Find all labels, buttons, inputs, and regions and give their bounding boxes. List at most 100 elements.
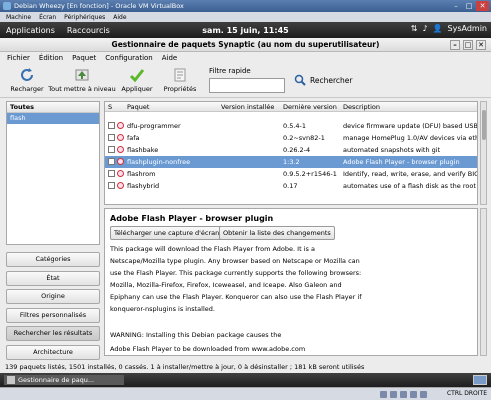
row-checkbox[interactable] — [108, 146, 115, 153]
table-row-selected[interactable]: flashplugin-nonfree 1:3.2 Adobe Flash Pl… — [105, 156, 477, 168]
section-item-flash[interactable]: flash — [7, 113, 99, 124]
section-list: Toutes flash — [6, 101, 100, 245]
details-text-line: Mozilla, Mozilla-Firefox, Firefox, Icewe… — [110, 281, 342, 289]
close-icon[interactable]: ✕ — [476, 1, 489, 11]
package-support-icon — [117, 134, 124, 141]
table-row[interactable]: flashbake 0.26.2-4 automated snapshots w… — [105, 144, 477, 156]
vbox-menu-machine[interactable]: Machine — [6, 14, 31, 21]
apply-check-icon — [129, 69, 145, 83]
menu-edit[interactable]: Édition — [39, 54, 63, 62]
package-description: automates use of a flash disk as the roo… — [343, 182, 477, 190]
table-row[interactable]: fafa 0.2~svn82-1 manage HomePlug 1.0/AV … — [105, 132, 477, 144]
status-button[interactable]: État — [6, 271, 100, 286]
places-menu[interactable]: Raccourcis — [67, 26, 110, 35]
quick-filter-label: Filtre rapide — [209, 67, 251, 75]
vbox-menu-help[interactable]: Aide — [113, 14, 126, 21]
details-text-line: Adobe Flash Player to be downloaded from… — [110, 345, 306, 353]
properties-label: Propriétés — [163, 85, 197, 93]
get-screenshot-button[interactable]: Télécharger une capture d'écran — [110, 226, 224, 240]
origin-button[interactable]: Origine — [6, 289, 100, 304]
maximize-icon[interactable]: □ — [463, 1, 475, 11]
row-checkbox[interactable] — [108, 182, 115, 189]
network-icon[interactable]: ⇅ — [411, 24, 418, 33]
search-label: Rechercher — [310, 75, 353, 85]
package-table-scrollbar[interactable] — [480, 101, 487, 205]
table-row[interactable]: dfu-programmer 0.5.4-1 device firmware u… — [105, 120, 477, 132]
custom-filters-button[interactable]: Filtres personnalisés — [6, 308, 100, 323]
search-button[interactable]: Rechercher — [294, 74, 352, 86]
package-support-icon — [117, 122, 124, 129]
package-support-icon — [117, 170, 124, 177]
get-changelog-button[interactable]: Obtenir la liste des changements — [219, 226, 335, 240]
row-checkbox[interactable] — [108, 134, 115, 141]
status-bar: 139 paquets listés, 1501 installés, 0 ca… — [5, 363, 365, 371]
mark-all-label: Tout mettre à niveau — [48, 85, 116, 93]
minimize-icon[interactable]: – — [450, 1, 462, 11]
col-package-header[interactable]: Paquet — [127, 103, 149, 111]
row-checkbox[interactable] — [108, 122, 115, 129]
bottom-panel: Gestionnaire de paqu... — [0, 373, 491, 387]
properties-button[interactable]: Propriétés — [162, 67, 198, 93]
window-minimize-icon[interactable]: – — [450, 40, 460, 50]
package-description: manage HomePlug 1.0/AV devices via ether — [343, 134, 477, 142]
workspace-switcher[interactable] — [473, 375, 487, 385]
volume-icon[interactable]: ♪ — [422, 24, 427, 33]
vbox-statusbar: CTRL DROITE — [0, 387, 491, 400]
package-name: fafa — [127, 134, 140, 142]
vbox-menu-devices[interactable]: Périphériques — [64, 14, 105, 21]
taskbar-item-synaptic[interactable]: Gestionnaire de paqu... — [4, 375, 124, 385]
reload-label: Recharger — [10, 85, 44, 93]
details-scrollbar[interactable] — [480, 208, 487, 356]
package-table: S Paquet Version installée Dernière vers… — [104, 101, 478, 205]
architecture-button[interactable]: Architecture — [6, 345, 100, 360]
upgrade-icon — [75, 69, 89, 81]
latest-version: 0.26.2-4 — [283, 146, 311, 154]
synaptic-icon — [7, 376, 15, 384]
apply-button[interactable]: Appliquer — [120, 67, 154, 93]
network-adapter-icon[interactable] — [410, 391, 417, 398]
col-latest-header[interactable]: Dernière version — [283, 103, 337, 111]
row-checkbox[interactable] — [108, 158, 115, 165]
package-description: device firmware update (DFU) based USB p — [343, 122, 477, 130]
package-name: flashplugin-nonfree — [127, 158, 191, 166]
hdd-icon[interactable] — [380, 391, 387, 398]
search-results-button[interactable]: Rechercher les résultats — [6, 326, 100, 341]
section-list-header[interactable]: Toutes — [7, 102, 99, 113]
row-checkbox[interactable] — [108, 170, 115, 177]
vbox-menu-screen[interactable]: Écran — [39, 14, 56, 21]
apply-label: Appliquer — [121, 85, 153, 93]
latest-version: 0.17 — [283, 182, 298, 190]
virtualbox-icon — [3, 2, 11, 10]
package-support-icon — [117, 158, 124, 165]
menu-package[interactable]: Paquet — [72, 54, 96, 62]
user-menu[interactable]: SysAdmin — [448, 24, 487, 33]
applications-menu[interactable]: Applications — [6, 26, 55, 35]
categories-button[interactable]: Catégories — [6, 252, 100, 267]
window-close-icon[interactable]: ✕ — [476, 40, 486, 50]
table-row[interactable]: flashrom 0.9.5.2+r1546-1 Identify, read,… — [105, 168, 477, 180]
menu-help[interactable]: Aide — [162, 54, 177, 62]
mark-all-upgrades-button[interactable]: Tout mettre à niveau — [48, 67, 116, 93]
col-installed-header[interactable]: Version installée — [221, 103, 274, 111]
menu-file[interactable]: Fichier — [7, 54, 30, 62]
package-name: flashrom — [127, 170, 156, 178]
usb-icon[interactable] — [400, 391, 407, 398]
reload-icon — [21, 68, 33, 81]
host-key-label: CTRL DROITE — [446, 390, 487, 397]
synaptic-titlebar: Gestionnaire de paquets Synaptic (au nom… — [0, 38, 491, 52]
mouse-integration-icon[interactable] — [420, 391, 427, 398]
scrollbar-thumb[interactable] — [482, 110, 486, 140]
reload-button[interactable]: Recharger — [10, 67, 44, 93]
vbox-titlebar: Debian Wheezy [En fonction] - Oracle VM … — [0, 0, 491, 12]
col-status-header[interactable]: S — [108, 103, 112, 111]
col-description-header[interactable]: Description — [343, 103, 380, 111]
window-maximize-icon[interactable]: □ — [463, 40, 473, 50]
table-row[interactable]: flashybrid 0.17 automates use of a flash… — [105, 180, 477, 192]
details-text-line: Netscape/Mozilla type plugin. Any browse… — [110, 257, 360, 265]
cd-icon[interactable] — [390, 391, 397, 398]
details-text-line: use the Flash Player. This package curre… — [110, 269, 362, 277]
menu-settings[interactable]: Configuration — [105, 54, 152, 62]
latest-version: 0.5.4-1 — [283, 122, 307, 130]
quick-filter-input[interactable] — [209, 78, 285, 93]
package-support-icon — [117, 146, 124, 153]
